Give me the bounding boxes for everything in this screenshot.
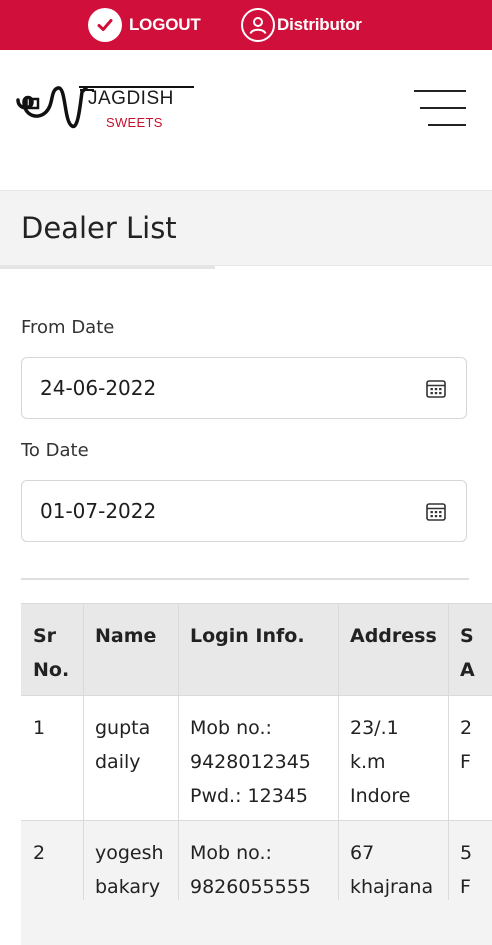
logo-title: JAGDISH bbox=[88, 88, 174, 109]
check-circle-icon bbox=[88, 8, 122, 42]
col-header-extra: S A bbox=[460, 625, 475, 681]
logo-subtitle: SWEETS bbox=[106, 115, 163, 130]
logout-label: LOGOUT bbox=[129, 15, 201, 34]
role-label: Distributor bbox=[277, 15, 362, 34]
table-grid-line bbox=[21, 820, 492, 821]
cell-login-info: Mob no.: 9428012345 Pwd.: 12345 bbox=[190, 717, 311, 807]
table-row: 1 gupta daily Mob no.: 9428012345 Pwd.: … bbox=[21, 695, 492, 820]
table-grid-line bbox=[338, 603, 339, 900]
card-header: Dealer List bbox=[0, 190, 492, 266]
table-grid-line bbox=[21, 603, 492, 604]
col-header-name: Name bbox=[95, 625, 157, 647]
cell-sr-no: 1 bbox=[33, 717, 46, 739]
table-grid-line bbox=[178, 603, 179, 900]
distributor-profile-link[interactable]: Distributor bbox=[241, 8, 362, 42]
col-header-sr-no: Sr No. bbox=[33, 625, 70, 681]
cell-name: gupta daily bbox=[95, 717, 151, 773]
page-title: Dealer List bbox=[21, 211, 177, 245]
section-divider bbox=[21, 578, 469, 580]
to-date-value: 01-07-2022 bbox=[40, 499, 157, 523]
cell-login-info: Mob no.: 9826055555 bbox=[190, 842, 311, 898]
hamburger-menu-icon[interactable] bbox=[412, 86, 468, 130]
cell-address: 67 khajrana bbox=[350, 842, 434, 898]
table-grid-line bbox=[83, 603, 84, 900]
from-date-label: From Date bbox=[21, 317, 115, 338]
header-divider bbox=[0, 266, 215, 269]
to-date-input[interactable]: 01-07-2022 bbox=[21, 480, 467, 542]
cell-sr-no: 2 bbox=[33, 842, 46, 864]
table-grid-line bbox=[21, 695, 492, 696]
top-bar: LOGOUT Distributor bbox=[0, 0, 492, 50]
table-grid-line bbox=[448, 603, 449, 900]
calendar-icon[interactable] bbox=[426, 379, 446, 398]
logo-mark bbox=[16, 86, 194, 129]
logout-button[interactable]: LOGOUT bbox=[88, 8, 201, 42]
col-header-address: Address bbox=[350, 625, 437, 647]
cell-address: 23/.1 k.m Indore bbox=[350, 717, 411, 807]
col-header-login-info: Login Info. bbox=[190, 625, 305, 647]
user-icon bbox=[241, 8, 275, 42]
table-row: 2 yogesh bakary Mob no.: 9826055555 67 k… bbox=[21, 820, 492, 945]
from-date-input[interactable]: 24-06-2022 bbox=[21, 357, 467, 419]
from-date-value: 24-06-2022 bbox=[40, 376, 157, 400]
cell-name: yogesh bakary bbox=[95, 842, 164, 898]
cell-extra: 2 F bbox=[460, 717, 473, 773]
to-date-label: To Date bbox=[21, 440, 89, 461]
table-header-row: Sr No. Name Login Info. Address S A bbox=[21, 603, 492, 695]
cell-extra: 5 F bbox=[460, 842, 473, 898]
calendar-icon[interactable] bbox=[426, 502, 446, 521]
